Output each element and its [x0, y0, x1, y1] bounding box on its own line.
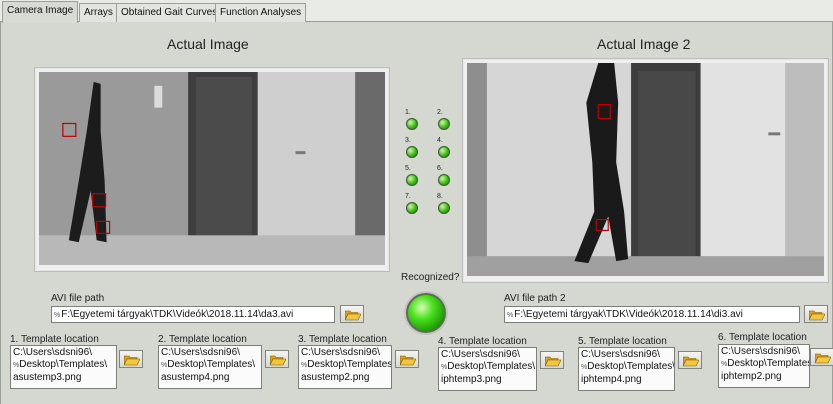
avi-file-path-field[interactable]: %F:\Egyetemi tárgyak\TDK\Videók\2018.11.…	[51, 306, 335, 323]
template-1-line3: asustemp3.png	[13, 372, 82, 383]
template-2-browse-button[interactable]	[265, 350, 289, 368]
green-led-icon	[438, 202, 450, 214]
green-led-icon	[406, 118, 418, 130]
template-6-field[interactable]: C:\Users\sdsni96\ %Desktop\Templates\ ip…	[718, 344, 810, 388]
tab-obtained-gait-curves[interactable]: Obtained Gait Curves	[116, 3, 223, 22]
led-7-label: 7.	[405, 193, 411, 200]
avi-file-path-value: F:\Egyetemi tárgyak\TDK\Videók\2018.11.1…	[61, 309, 294, 320]
template-2-line1: C:\Users\sdsni96\	[161, 347, 240, 358]
template-3-line2: Desktop\Templates\	[307, 359, 392, 370]
recognized-led-icon	[406, 293, 446, 333]
template-1-line2: Desktop\Templates\	[19, 359, 108, 370]
template-4-line2: Desktop\Templates\	[447, 361, 536, 372]
folder-open-icon	[344, 310, 362, 324]
avi-browse-button[interactable]	[340, 305, 364, 323]
template-4-label: 4. Template location	[438, 336, 527, 347]
tab-camera-image[interactable]: Camera Image	[2, 1, 79, 23]
led-5-label: 5.	[405, 165, 411, 172]
avi-file-path-2-label: AVI file path 2	[504, 293, 566, 304]
led-8-label: 8.	[437, 193, 443, 200]
template-5-line3: iphtemp4.png	[581, 374, 642, 385]
folder-open-icon	[123, 355, 141, 369]
template-5-field[interactable]: C:\Users\sdsni96\ %Desktop\Templates\ ip…	[578, 347, 675, 391]
template-3-label: 3. Template location	[298, 334, 387, 345]
template-6-browse-button[interactable]	[810, 348, 833, 366]
template-2-field[interactable]: C:\Users\sdsni96\ %Desktop\Templates\ as…	[158, 345, 262, 389]
template-1-field[interactable]: C:\Users\sdsni96\ %Desktop\Templates\ as…	[10, 345, 117, 389]
template-4-line1: C:\Users\sdsni96\	[441, 349, 520, 360]
green-led-icon	[438, 118, 450, 130]
led-4-label: 4.	[437, 137, 443, 144]
template-6-line2: Desktop\Templates\	[727, 358, 810, 369]
template-6-line1: C:\Users\sdsni96\	[721, 346, 800, 357]
template-3-field[interactable]: C:\Users\sdsni96\ %Desktop\Templates\ as…	[298, 345, 392, 389]
avi-file-path-2-field[interactable]: %F:\Egyetemi tárgyak\TDK\Videók\2018.11.…	[504, 306, 800, 323]
template-3-browse-button[interactable]	[395, 350, 419, 368]
image1-video-frame	[39, 72, 385, 265]
template-4-field[interactable]: C:\Users\sdsni96\ %Desktop\Templates\ ip…	[438, 347, 537, 391]
green-led-icon	[438, 146, 450, 158]
template-1-line1: C:\Users\sdsni96\	[13, 347, 92, 358]
template-4-browse-button[interactable]	[540, 351, 564, 369]
green-led-icon	[438, 174, 450, 186]
folder-open-icon	[399, 355, 417, 369]
template-5-browse-button[interactable]	[678, 351, 702, 369]
path-prefix: %	[507, 312, 514, 319]
green-led-icon	[406, 146, 418, 158]
folder-open-icon	[814, 353, 832, 367]
image1-display	[34, 67, 390, 272]
camera-image-panel: Actual Image Actual Image 2 1. 2. 3. 4. …	[0, 22, 833, 404]
image1-title: Actual Image	[167, 36, 249, 52]
tab-arrays[interactable]: Arrays	[79, 3, 118, 22]
folder-open-icon	[808, 310, 826, 324]
template-5-label: 5. Template location	[578, 336, 667, 347]
path-prefix: %	[54, 312, 61, 319]
template-6-label: 6. Template location	[718, 332, 807, 343]
template-2-line3: asustemp4.png	[161, 372, 230, 383]
avi-file-path-label: AVI file path	[51, 293, 105, 304]
led-3-label: 3.	[405, 137, 411, 144]
tab-strip: Camera Image Arrays Obtained Gait Curves…	[0, 0, 833, 23]
avi-file-path-2-value: F:\Egyetemi tárgyak\TDK\Videók\2018.11.1…	[514, 309, 743, 320]
image2-video-frame	[467, 63, 824, 276]
template-1-label: 1. Template location	[10, 334, 99, 345]
green-led-icon	[406, 202, 418, 214]
avi-2-browse-button[interactable]	[804, 305, 828, 323]
template-2-label: 2. Template location	[158, 334, 247, 345]
template-4-line3: iphtemp3.png	[441, 374, 502, 385]
template-6-line3: iphtemp2.png	[721, 371, 782, 382]
led-2-label: 2.	[437, 109, 443, 116]
recognized-label: Recognized?	[401, 272, 460, 283]
folder-open-icon	[269, 355, 287, 369]
folder-open-icon	[682, 356, 700, 370]
tab-function-analyses[interactable]: Function Analyses	[215, 3, 307, 22]
template-3-line1: C:\Users\sdsni96\	[301, 347, 380, 358]
green-led-icon	[406, 174, 418, 186]
image2-display	[462, 58, 829, 283]
template-5-line1: C:\Users\sdsni96\	[581, 349, 660, 360]
led-6-label: 6.	[437, 165, 443, 172]
led-1-label: 1.	[405, 109, 411, 116]
template-5-line2: Desktop\Templates\	[587, 361, 675, 372]
image2-title: Actual Image 2	[597, 36, 691, 52]
template-2-line2: Desktop\Templates\	[167, 359, 256, 370]
folder-open-icon	[544, 356, 562, 370]
template-1-browse-button[interactable]	[119, 350, 143, 368]
template-3-line3: asustemp2.png	[301, 372, 370, 383]
